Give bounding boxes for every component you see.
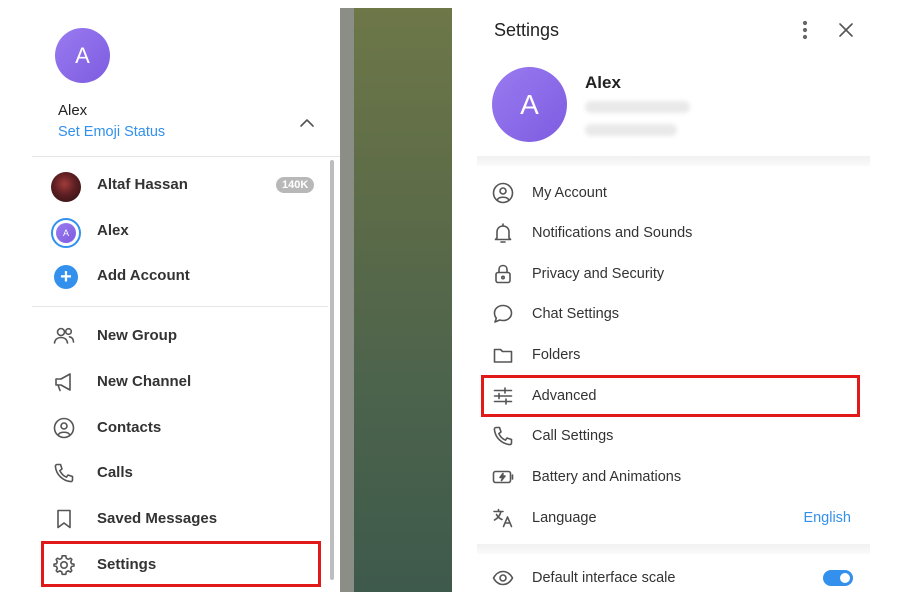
bookmark-icon [52,507,76,531]
divider [32,156,340,157]
unread-count-badge: 140K [276,177,315,193]
menu-label: New Group [97,327,178,344]
default-interface-scale-row[interactable]: Default interface scale [477,558,870,598]
set-emoji-status-link[interactable]: Set Emoji Status [58,124,165,140]
settings-item-language[interactable]: Language English [477,498,870,538]
settings-item-label: Privacy and Security [532,266,665,282]
settings-item-folders[interactable]: Folders [477,335,870,375]
folder-icon [491,343,515,367]
settings-item-label: Advanced [532,388,597,404]
sliders-icon [491,384,515,408]
phone-icon [491,424,515,448]
settings-item-label: Call Settings [532,428,614,444]
users-icon [52,324,76,348]
account-label: Alex [97,222,129,239]
chat-bubble-icon [491,302,515,326]
settings-item-label: Language [532,510,597,526]
settings-item-label: My Account [532,185,607,201]
bell-icon [491,221,515,245]
gear-icon [52,553,76,577]
avatar [51,172,81,202]
settings-panel: Settings A Alex My Account Notifications… [477,0,870,600]
translate-icon [491,506,515,530]
account-label: Add Account [97,267,190,284]
settings-item-my-account[interactable]: My Account [477,173,870,213]
scrollbar[interactable] [328,158,336,598]
plus-icon: + [54,265,78,289]
settings-item-call-settings[interactable]: Call Settings [477,416,870,456]
avatar: A [51,218,81,248]
main-menu-panel: A Alex Set Emoji Status Altaf Hassan 140… [32,0,340,600]
blurred-phone-number [585,101,690,113]
settings-item-notifications[interactable]: Notifications and Sounds [477,213,870,253]
add-account-button[interactable]: + Add Account [32,255,328,299]
menu-label: New Channel [97,373,192,390]
menu-item-new-group[interactable]: New Group [32,316,328,356]
settings-item-label: Notifications and Sounds [532,225,693,241]
section-separator [477,544,870,554]
scale-toggle[interactable] [823,570,853,586]
settings-title: Settings [494,20,560,40]
profile-avatar[interactable]: A [492,67,567,142]
menu-item-contacts[interactable]: Contacts [32,408,328,448]
more-vertical-icon[interactable] [795,19,815,41]
scrollbar-thumb[interactable] [330,160,334,580]
user-name: Alex [58,102,88,119]
language-value: English [803,510,851,526]
settings-item-battery[interactable]: Battery and Animations [477,457,870,497]
settings-item-label: Battery and Animations [532,469,682,485]
menu-item-settings[interactable]: Settings [32,545,328,585]
user-avatar[interactable]: A [55,28,110,83]
battery-icon [491,465,515,489]
settings-item-label: Default interface scale [532,570,676,586]
menu-label: Settings [97,556,157,573]
menu-label: Calls [97,464,133,481]
settings-item-advanced[interactable]: Advanced [477,376,870,416]
megaphone-icon [52,370,76,394]
account-alex[interactable]: A Alex [32,210,328,254]
panel-edge [340,8,354,592]
menu-item-saved-messages[interactable]: Saved Messages [32,499,328,539]
contact-icon [52,416,76,440]
settings-item-label: Chat Settings [532,306,620,322]
chevron-up-icon[interactable] [296,112,318,134]
profile-name: Alex [585,73,621,92]
divider [32,306,328,307]
section-separator [477,156,870,166]
settings-item-label: Folders [532,347,581,363]
settings-item-privacy[interactable]: Privacy and Security [477,254,870,294]
menu-label: Saved Messages [97,510,218,527]
settings-item-chat-settings[interactable]: Chat Settings [477,294,870,334]
menu-label: Contacts [97,419,162,436]
account-label: Altaf Hassan [97,176,188,193]
lock-icon [491,262,515,286]
eye-icon [491,566,515,590]
menu-item-new-channel[interactable]: New Channel [32,362,328,402]
user-circle-icon [491,181,515,205]
chat-background [340,8,452,592]
menu-item-calls[interactable]: Calls [32,453,328,493]
phone-icon [52,461,76,485]
blurred-username [585,124,677,136]
account-altaf-hassan[interactable]: Altaf Hassan 140K [32,164,328,208]
close-icon[interactable] [836,20,856,40]
